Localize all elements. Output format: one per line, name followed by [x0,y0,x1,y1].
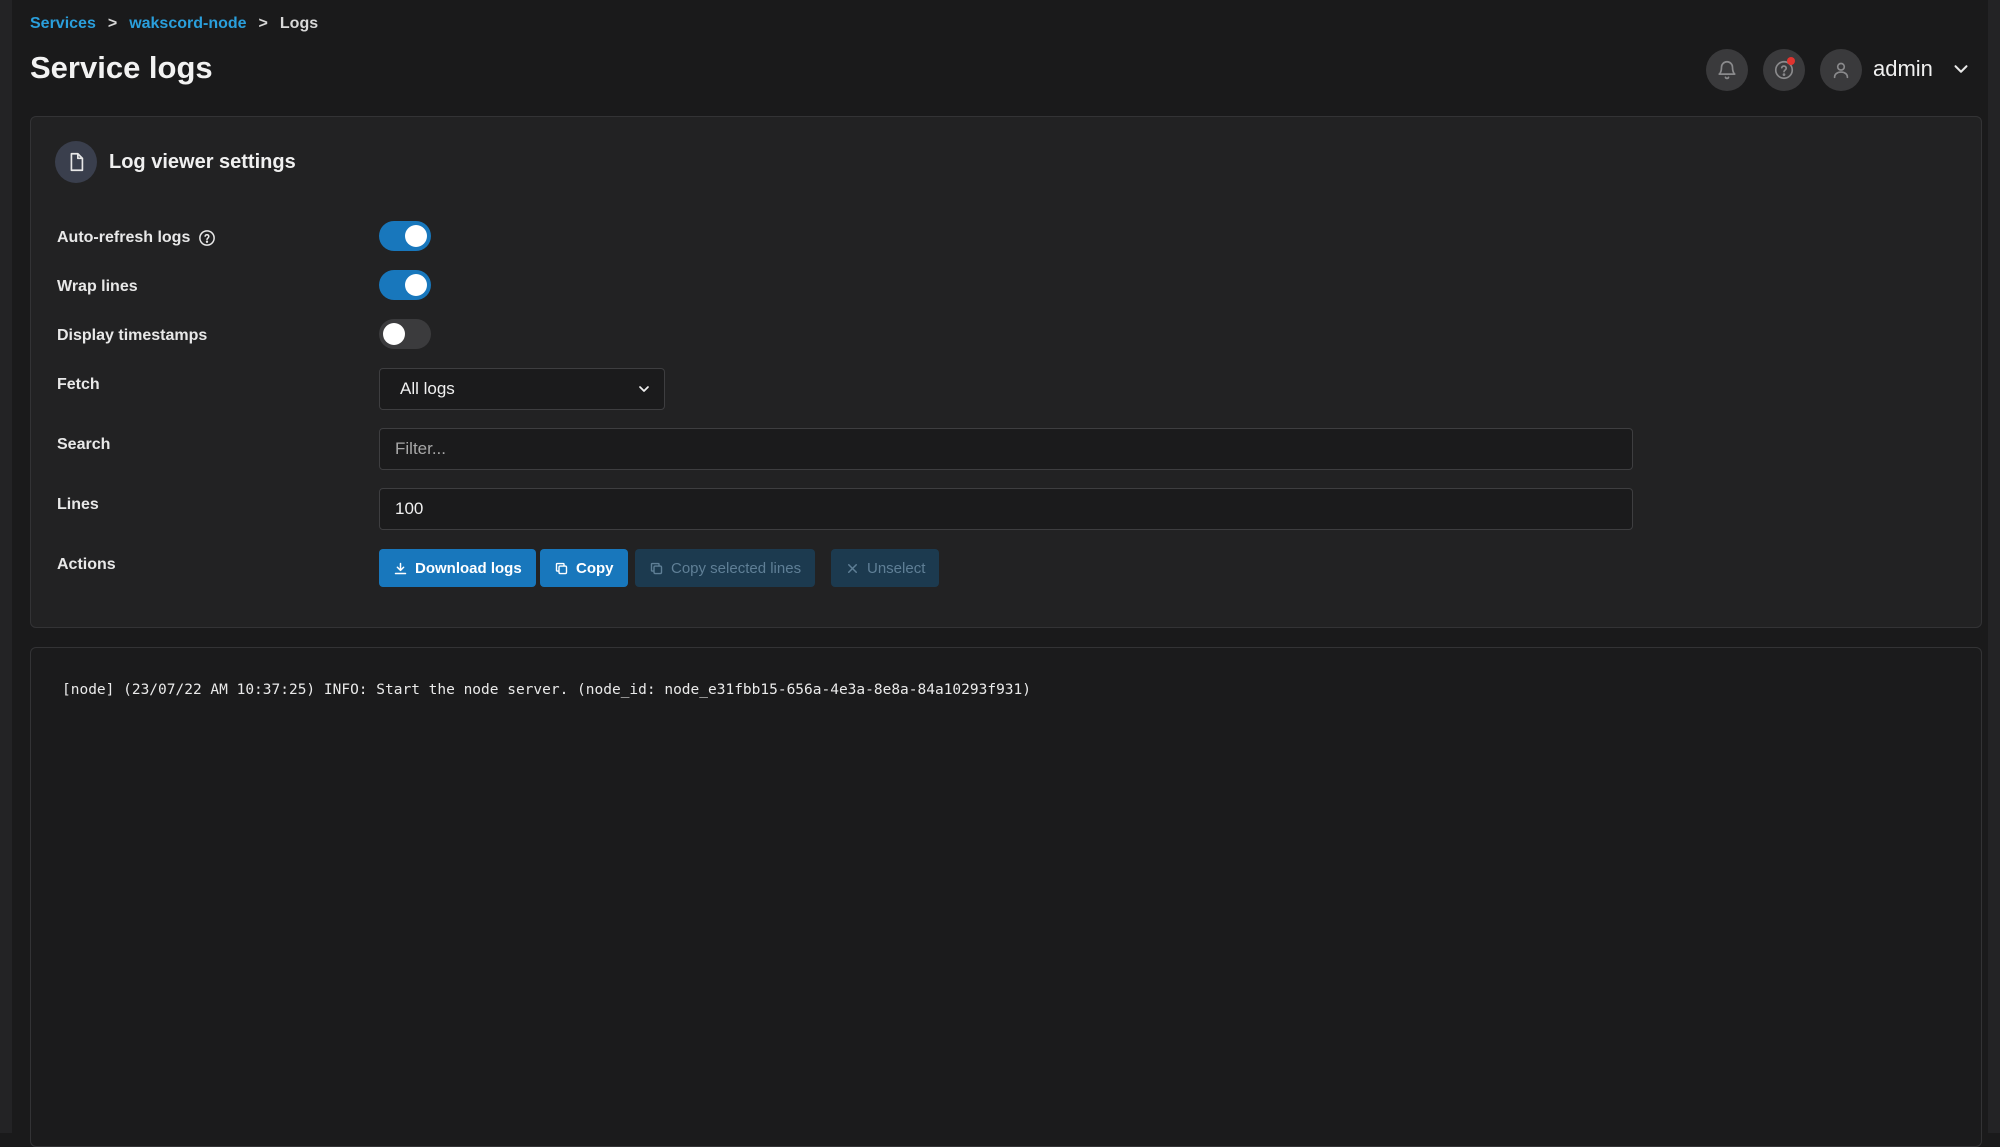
card-header: Log viewer settings [55,141,296,183]
lines-label: Lines [57,496,99,513]
download-logs-button[interactable]: Download logs [379,549,536,587]
breadcrumb-separator: > [107,15,118,32]
copy-selected-lines-label: Copy selected lines [671,559,802,577]
page-title: Service logs [30,50,213,85]
log-output-panel[interactable]: [node] (23/07/22 AM 10:37:25) INFO: Star… [30,647,1982,1147]
fetch-select[interactable]: All logs [379,368,665,410]
search-input[interactable] [379,428,1633,470]
toggle-knob [383,323,405,345]
wrap-lines-toggle[interactable] [379,270,431,300]
download-logs-label: Download logs [415,559,522,577]
toggle-knob [405,225,427,247]
breadcrumb-services[interactable]: Services [30,15,96,33]
file-icon [55,141,97,183]
actions-label: Actions [57,556,116,573]
display-timestamps-label: Display timestamps [57,327,208,344]
notifications-button[interactable] [1706,49,1748,91]
breadcrumb-service[interactable]: wakscord-node [129,15,246,33]
auto-refresh-label-text: Auto-refresh logs [57,229,191,246]
copy-icon [555,562,568,574]
breadcrumb-separator: > [258,15,268,32]
toggle-knob [405,274,427,296]
help-button[interactable] [1763,49,1805,91]
breadcrumb-current: Logs [279,15,319,32]
copy-button[interactable]: Copy [540,549,628,587]
search-label: Search [57,436,111,453]
log-line[interactable]: [node] (23/07/22 AM 10:37:25) INFO: Star… [62,682,1031,698]
breadcrumb: Services > wakscord-node > Logs [30,15,318,33]
card-title: Log viewer settings [109,150,296,173]
log-viewer-settings-card: Log viewer settings Auto-refresh logs Wr… [30,116,1982,628]
user-icon [1833,62,1849,79]
lines-input[interactable] [379,488,1633,530]
download-icon [394,562,407,574]
page: Services > wakscord-node > Logs Service … [0,0,2000,1147]
notification-dot [1787,57,1795,65]
auto-refresh-toggle[interactable] [379,221,431,251]
bell-icon [1718,61,1736,80]
copy-selected-lines-button[interactable]: Copy selected lines [635,549,816,587]
close-icon [848,563,857,573]
chevron-down-icon[interactable] [1950,58,1972,80]
fetch-select-value: All logs [400,379,455,398]
display-timestamps-toggle[interactable] [379,319,431,349]
question-circle-icon[interactable] [198,229,216,247]
chevron-down-icon [639,386,649,392]
left-edge [0,0,12,1133]
unselect-label: Unselect [867,559,926,577]
unselect-button[interactable]: Unselect [831,549,940,587]
copy-icon [650,562,663,574]
copy-label: Copy [576,559,614,577]
wrap-lines-label: Wrap lines [57,278,138,295]
auto-refresh-label: Auto-refresh logs [57,229,216,247]
user-avatar[interactable] [1820,49,1862,91]
scrollbar-track[interactable] [1988,0,2000,1133]
user-name[interactable]: admin [1873,56,1933,82]
fetch-label: Fetch [57,376,100,393]
